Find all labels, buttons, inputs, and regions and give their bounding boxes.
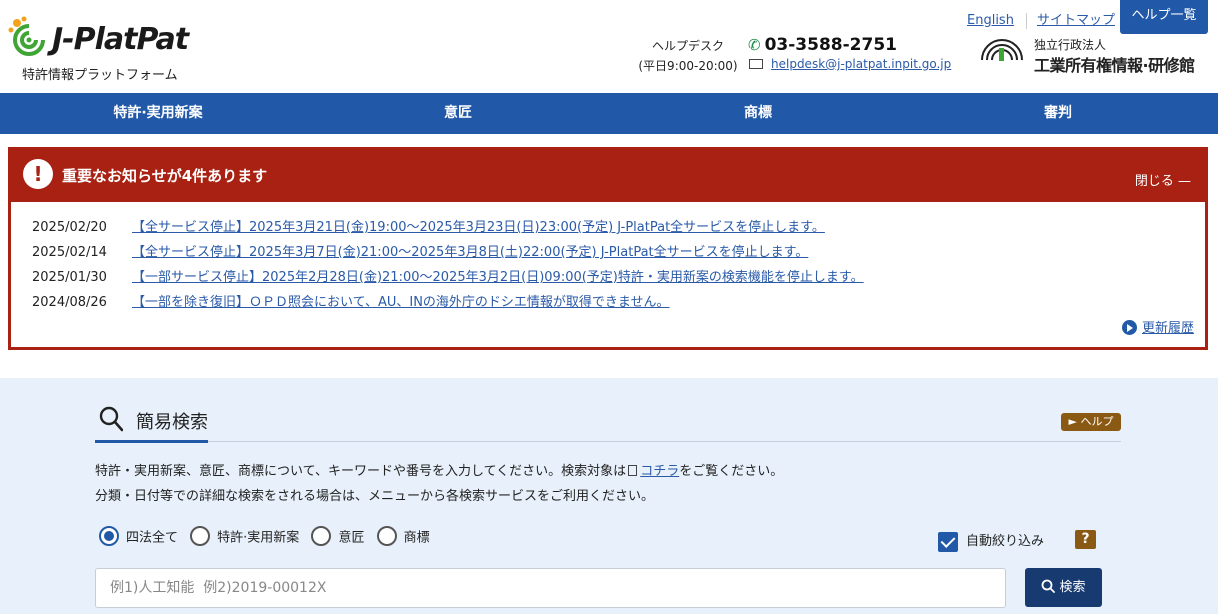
description-line-2: 分類・日付等での詳細な検索をされる場合は、メニューから各検索サービスをご利用くだ… xyxy=(95,489,655,504)
search-heading: 簡易検索 xyxy=(95,404,1121,443)
notice-link[interactable]: 【一部サービス停止】2025年2月28日(金)21:00～2025年3月2日(日… xyxy=(132,270,864,285)
important-notice-panel: ! 重要なお知らせが4件あります 閉じる — 2025/02/20 【全サービス停… xyxy=(8,147,1208,350)
nav-item-trademark[interactable]: 商標 xyxy=(658,93,858,134)
law-type-radio-group: 四法全て 特許·実用新案 意匠 商標 xyxy=(99,526,438,546)
logo-subtitle: 特許情報プラットフォーム xyxy=(22,68,178,83)
email-link[interactable]: helpdesk@j-platpat.inpit.go.jp xyxy=(771,57,951,71)
nav-item-design[interactable]: 意匠 xyxy=(358,93,558,134)
phone-icon: ✆ xyxy=(748,36,761,54)
site-header: J-PlatPat 特許情報プラットフォーム English サイトマップ ヘルプ… xyxy=(0,0,1218,93)
notice-item: 2025/02/20 【全サービス停止】2025年3月21日(金)19:00～20… xyxy=(32,215,864,240)
inpit-logo[interactable]: 独立行政法人 工業所有権情報·研修館 xyxy=(978,36,1213,76)
search-icon xyxy=(1042,579,1056,593)
radio-patent[interactable]: 特許·実用新案 xyxy=(190,526,299,546)
english-link[interactable]: English xyxy=(967,13,1014,28)
radio-label: 商標 xyxy=(403,530,430,546)
notice-item: 2025/02/14 【全サービス停止】2025年3月7日(金)21:00～202… xyxy=(32,240,864,265)
document-icon xyxy=(628,465,638,476)
description-text: 特許・実用新案、意匠、商標について、キーワードや番号を入力してください。検索対象… xyxy=(95,464,627,479)
notice-list: 2025/02/20 【全サービス停止】2025年3月21日(金)19:00～20… xyxy=(32,215,864,315)
notice-date: 2024/08/26 xyxy=(32,295,107,310)
search-target-link[interactable]: コチラ xyxy=(640,464,679,479)
email-contact: helpdesk@j-platpat.inpit.go.jp xyxy=(749,57,951,71)
play-circle-icon xyxy=(1121,320,1137,335)
radio-button-icon xyxy=(311,526,332,546)
notice-date: 2025/02/20 xyxy=(32,220,107,235)
magnifier-icon xyxy=(99,406,123,432)
helpdesk-hours: (平日9:00-20:00) xyxy=(638,59,738,73)
notice-header: ! 重要なお知らせが4件あります 閉じる — xyxy=(11,150,1205,202)
notice-link[interactable]: 【全サービス停止】2025年3月7日(金)21:00～2025年3月8日(土)2… xyxy=(132,245,808,260)
logo-text: J-PlatPat xyxy=(52,22,189,57)
jplatpat-logo[interactable]: J-PlatPat 特許情報プラットフォーム xyxy=(8,12,208,84)
auto-filter-label: 自動絞り込み xyxy=(966,534,1045,549)
notice-item: 2024/08/26 【一部を除き復旧】ＯＰＤ照会において、AU、INの海外庁のド… xyxy=(32,290,864,315)
radio-trademark[interactable]: 商標 xyxy=(376,526,430,546)
update-history[interactable]: 更新履歴 xyxy=(1121,317,1194,336)
notice-item: 2025/01/30 【一部サービス停止】2025年2月28日(金)21:00～2… xyxy=(32,265,864,290)
link-divider xyxy=(1025,12,1027,29)
alert-icon: ! xyxy=(23,159,53,189)
radio-label: 四法全て xyxy=(126,530,179,546)
radio-label: 意匠 xyxy=(338,530,365,546)
notice-link[interactable]: 【一部を除き復旧】ＯＰＤ照会において、AU、INの海外庁のドシエ情報が取得できま… xyxy=(132,295,670,310)
notice-title: 重要なお知らせが4件あります xyxy=(62,167,268,185)
question-help-icon[interactable]: ? xyxy=(1075,530,1096,549)
notice-link[interactable]: 【全サービス停止】2025年3月21日(金)19:00～2025年3月23日(日… xyxy=(132,220,825,235)
nav-item-patent[interactable]: 特許·実用新案 xyxy=(58,93,258,134)
search-button[interactable]: 検索 xyxy=(1025,568,1102,607)
notice-close-button[interactable]: 閉じる — xyxy=(1135,170,1191,189)
radio-button-icon xyxy=(376,526,397,546)
phone-text: 03-3588-2751 xyxy=(764,35,897,55)
inpit-mark-icon xyxy=(981,39,1023,61)
simple-search-section: 簡易検索 ► ヘルプ 特許・実用新案、意匠、商標について、キーワードや番号を入力… xyxy=(0,378,1218,614)
phone-number: ✆ 03-3588-2751 xyxy=(748,35,897,55)
mail-icon xyxy=(749,59,763,69)
update-history-link[interactable]: 更新履歴 xyxy=(1142,321,1194,336)
search-description: 特許・実用新案、意匠、商標について、キーワードや番号を入力してください。検索対象… xyxy=(95,459,783,509)
auto-filter-checkbox[interactable]: 自動絞り込み xyxy=(938,530,1044,552)
notice-date: 2025/02/14 xyxy=(32,245,107,260)
helpdesk-label: ヘルプデスク xyxy=(651,39,724,53)
radio-button-icon xyxy=(190,526,211,546)
help-list-button[interactable]: ヘルプ一覧 xyxy=(1120,0,1208,34)
search-help-button[interactable]: ► ヘルプ xyxy=(1061,413,1121,431)
top-links: English サイトマップ xyxy=(967,9,1115,29)
main-nav: 特許·実用新案 意匠 商標 審判 xyxy=(0,93,1218,134)
nav-item-trial[interactable]: 審判 xyxy=(958,93,1158,134)
search-input[interactable] xyxy=(95,568,1006,608)
search-title: 簡易検索 xyxy=(136,412,208,433)
radio-all-four-laws[interactable]: 四法全て xyxy=(99,526,178,546)
sitemap-link[interactable]: サイトマップ xyxy=(1037,13,1115,28)
checkbox-checked-icon xyxy=(938,531,958,552)
inpit-name: 工業所有権情報·研修館 xyxy=(1034,56,1195,75)
description-line-1: 特許・実用新案、意匠、商標について、キーワードや番号を入力してください。検索対象… xyxy=(95,459,783,484)
title-underline xyxy=(95,440,208,443)
description-text: をご覧ください。 xyxy=(679,464,784,479)
radio-button-icon xyxy=(99,526,119,546)
notice-date: 2025/01/30 xyxy=(32,270,107,285)
logo-spiral-icon xyxy=(8,16,45,56)
radio-label: 特許·実用新案 xyxy=(217,530,300,546)
search-button-label: 検索 xyxy=(1059,580,1086,595)
inpit-small-text: 独立行政法人 xyxy=(1034,38,1107,52)
radio-design[interactable]: 意匠 xyxy=(311,526,364,546)
helpdesk-info: ヘルプデスク (平日9:00-20:00) xyxy=(638,36,738,76)
